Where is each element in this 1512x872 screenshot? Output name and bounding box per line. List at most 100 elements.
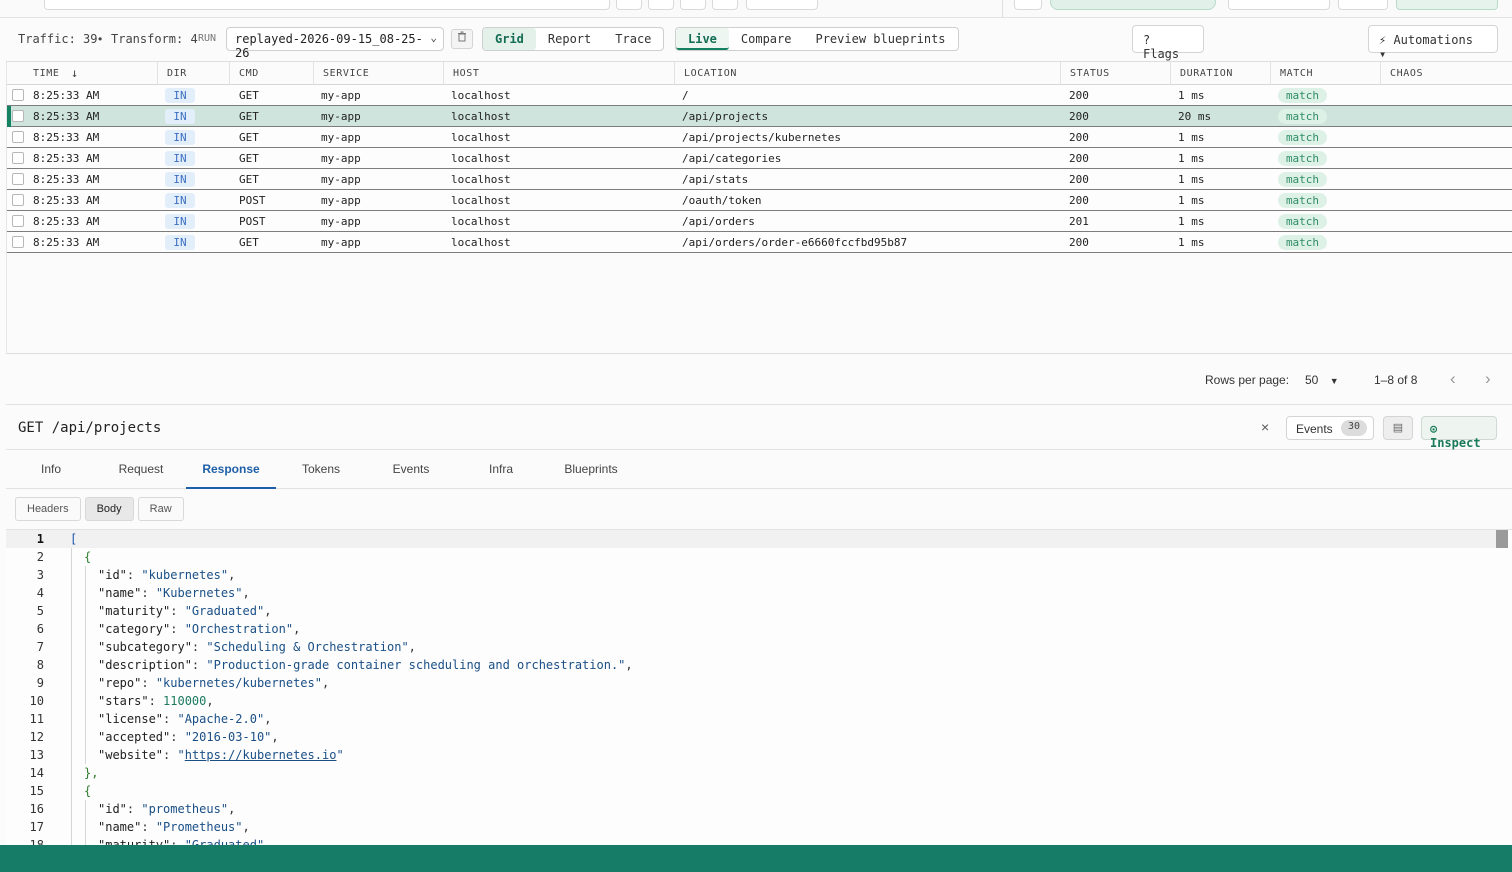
- code-line: 15 {: [6, 782, 1496, 800]
- row-checkbox[interactable]: [12, 89, 24, 101]
- toolbar-icon-button[interactable]: [1014, 0, 1042, 10]
- next-page-icon[interactable]: ›: [1485, 369, 1491, 389]
- cell-cmd: GET: [239, 173, 259, 186]
- row-checkbox[interactable]: [12, 110, 24, 122]
- column-header-duration[interactable]: DURATION: [1180, 68, 1233, 79]
- table-row[interactable]: 8:25:33 AM GET my-app localhost / 200 1 ms IN ma…: [7, 85, 1512, 106]
- table-row[interactable]: 8:25:33 AM GET my-app localhost/api/stats 20…: [7, 169, 1512, 190]
- direction-badge: IN: [165, 151, 195, 166]
- inspect-button[interactable]: ⊙ Inspect: [1421, 416, 1497, 450]
- json-key: "maturity": [98, 838, 171, 845]
- tab-info[interactable]: Info: [6, 451, 96, 489]
- toolbar-icon-button[interactable]: [616, 0, 642, 10]
- traffic-toolbar: Traffic: 39 • Transform: 4 RUN replayed-…: [0, 18, 1512, 61]
- view-report[interactable]: Report: [536, 28, 603, 50]
- row-checkbox[interactable]: [12, 236, 24, 248]
- cell-host: localhost: [451, 194, 511, 207]
- events-label: Events: [1296, 422, 1333, 436]
- json-link[interactable]: https://kubernetes.io: [185, 748, 337, 762]
- column-header-dir[interactable]: DIR: [167, 68, 187, 79]
- close-icon[interactable]: ×: [1261, 419, 1269, 435]
- column-header-cmd[interactable]: CMD: [239, 68, 259, 79]
- flags-button[interactable]: ? Flags: [1132, 25, 1204, 61]
- toolbar-button[interactable]: [1228, 0, 1330, 10]
- rows-per-page-select[interactable]: 50 ▼: [1305, 373, 1339, 387]
- column-header-chaos[interactable]: CHAOS: [1390, 68, 1423, 79]
- toolbar-icon-button[interactable]: [712, 0, 738, 10]
- toolbar-icon-button[interactable]: [648, 0, 674, 10]
- table-row[interactable]: 8:25:33 AM GET my-app localhost/api/orders/…: [7, 232, 1512, 253]
- search-input[interactable]: [44, 0, 610, 10]
- cell-duration: 1 ms: [1178, 236, 1205, 249]
- mode-compare[interactable]: Compare: [729, 28, 804, 50]
- subtab-raw[interactable]: Raw: [137, 497, 184, 521]
- toolbar-button[interactable]: [1396, 0, 1498, 10]
- column-header-time[interactable]: TIME: [33, 68, 59, 79]
- match-badge: match: [1278, 193, 1327, 208]
- status-pill[interactable]: [1050, 0, 1216, 10]
- column-header-location[interactable]: LOCATION: [684, 68, 737, 79]
- tab-tokens[interactable]: Tokens: [276, 451, 366, 489]
- code-line: 8 "description": "Production-grade contai…: [6, 656, 1496, 674]
- toolbar-icon-button[interactable]: [680, 0, 706, 10]
- view-trace[interactable]: Trace: [603, 28, 663, 50]
- automations-button[interactable]: ⚡ Automations ▾: [1368, 25, 1498, 61]
- prev-page-icon[interactable]: ‹: [1450, 369, 1456, 389]
- json-key: "id": [98, 802, 127, 816]
- row-checkbox[interactable]: [12, 215, 24, 227]
- code-text: "maturity": "Graduated",: [98, 836, 271, 845]
- row-checkbox[interactable]: [12, 131, 24, 143]
- tab-events[interactable]: Events: [366, 451, 456, 489]
- tab-blueprints[interactable]: Blueprints: [546, 451, 636, 489]
- row-checkbox[interactable]: [12, 173, 24, 185]
- cell-status: 200: [1069, 152, 1089, 165]
- cell-location: /oauth/token: [682, 194, 762, 207]
- code-text: "repo": "kubernetes/kubernetes",: [98, 674, 329, 692]
- events-button[interactable]: Events 30: [1286, 416, 1374, 440]
- traffic-grid: TIME ↓ DIR CMD SERVICE HOST LOCATION STA…: [6, 61, 1512, 354]
- line-number: 11: [29, 712, 44, 726]
- column-header-service[interactable]: SERVICE: [323, 68, 369, 79]
- json-colon: :: [126, 802, 142, 816]
- editor-scrollbar[interactable]: [1496, 530, 1508, 548]
- table-row[interactable]: 8:25:33 AM POST my-app localhost/api/orders…: [7, 211, 1512, 232]
- mode-live[interactable]: Live: [676, 28, 729, 50]
- match-badge: match: [1278, 109, 1327, 124]
- sort-descending-icon[interactable]: ↓: [71, 66, 79, 80]
- row-checkbox[interactable]: [12, 152, 24, 164]
- cell-cmd: GET: [239, 89, 259, 102]
- toolbar-button[interactable]: [1338, 0, 1388, 10]
- response-body-editor[interactable]: 1[2{3 "id": "kubernetes", 4 "name": "Kubern…: [6, 529, 1512, 845]
- subtab-body[interactable]: Body: [84, 497, 134, 521]
- tab-infra[interactable]: Infra: [456, 451, 546, 489]
- mode-preview-blueprints[interactable]: Preview blueprints: [803, 28, 957, 50]
- json-colon: :: [170, 730, 185, 744]
- grid-header: TIME ↓ DIR CMD SERVICE HOST LOCATION STA…: [7, 62, 1512, 85]
- table-row[interactable]: 8:25:33 AM GET my-app localhost/api/project…: [7, 127, 1512, 148]
- column-header-host[interactable]: HOST: [453, 68, 479, 79]
- view-grid[interactable]: Grid: [483, 28, 536, 50]
- json-key: "website": [98, 748, 164, 762]
- column-header-status[interactable]: STATUS: [1070, 68, 1110, 79]
- toolbar-button[interactable]: [746, 0, 818, 10]
- panel-layout-icon[interactable]: ▤: [1383, 416, 1413, 440]
- code-line: 13 "website": "https://kubernetes.io": [6, 746, 1496, 764]
- table-row[interactable]: 8:25:33 AM GET my-app localhost/api/categor…: [7, 148, 1512, 169]
- code-text: "maturity": "Graduated",: [98, 602, 271, 620]
- run-select[interactable]: replayed-2026-09-15_08-25-26 ⌄: [226, 27, 444, 60]
- column-header-match[interactable]: MATCH: [1280, 68, 1313, 79]
- run-label: RUN: [198, 33, 217, 44]
- table-row[interactable]: 8:25:33 AM POST my-app localhost/oauth/toke…: [7, 190, 1512, 211]
- table-row[interactable]: 8:25:33 AM GET my-app localhost/api/project…: [7, 106, 1512, 127]
- cell-duration: 1 ms: [1178, 215, 1205, 228]
- trash-icon[interactable]: [451, 29, 473, 49]
- tab-request[interactable]: Request: [96, 451, 186, 489]
- json-colon: :: [170, 838, 185, 845]
- match-badge: match: [1278, 88, 1327, 103]
- subtab-headers[interactable]: Headers: [15, 497, 81, 521]
- row-checkbox[interactable]: [12, 194, 24, 206]
- json-value: "Production-grade container scheduling a…: [206, 658, 626, 672]
- tab-response[interactable]: Response: [186, 451, 276, 489]
- column-divider: [157, 62, 158, 85]
- code-text: [: [70, 530, 77, 548]
